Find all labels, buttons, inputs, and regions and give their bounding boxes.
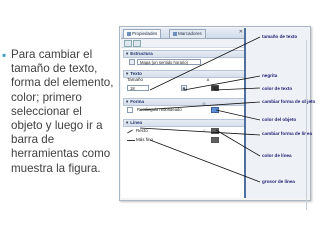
document-area xyxy=(246,28,309,198)
line-width-label: Más fino xyxy=(136,137,154,142)
shape-select[interactable]: Rectángulo redondeado xyxy=(135,107,193,113)
annotation-text-size: tamaño de texto xyxy=(262,34,298,39)
tab-properties-label: Propiedades xyxy=(132,31,158,36)
shape-icon xyxy=(127,107,133,113)
text-color-icon: A xyxy=(206,77,210,82)
sort-icon[interactable] xyxy=(124,40,132,47)
text-color-swatch[interactable] xyxy=(211,85,219,91)
line-shape-icon xyxy=(127,129,133,134)
section-shape[interactable]: ▾ Forma xyxy=(123,98,245,106)
line-color-swatch[interactable] xyxy=(211,128,219,134)
bullet-text: Para cambiar el tamaño de texto, forma d… xyxy=(11,48,114,175)
tab-properties[interactable]: Propiedades xyxy=(123,29,162,38)
section-text-label: Texto xyxy=(130,71,142,76)
bold-button[interactable]: B xyxy=(181,85,187,91)
bookmarks-icon xyxy=(173,31,177,36)
shape-color-swatch[interactable] xyxy=(211,107,219,113)
section-structure[interactable]: ▾ Estructura xyxy=(123,50,245,58)
structure-icon xyxy=(129,59,135,65)
shape-select-value: Rectángulo redondeado xyxy=(137,107,182,112)
tab-bookmarks[interactable]: Marcadores xyxy=(169,29,206,38)
fill-icon: ◇ xyxy=(202,101,206,106)
line-style-icon: ⟋ xyxy=(202,128,206,133)
font-size-input[interactable]: 18 xyxy=(127,85,149,91)
section-shape-label: Forma xyxy=(130,99,145,104)
font-size-value: 18 xyxy=(130,86,135,91)
section-structure-label: Estructura xyxy=(130,51,153,56)
panel-toolbar xyxy=(121,39,245,48)
properties-icon xyxy=(127,31,131,36)
bullet-marker-icon: ▪ xyxy=(2,48,7,62)
panel-tabs: Propiedades Marcadores ✕ xyxy=(121,28,245,39)
screenshot-frame: Propiedades Marcadores ✕ ▾ Estructura Map… xyxy=(119,26,311,201)
bullet-paragraph: ▪ Para cambiar el tamaño de texto, forma… xyxy=(2,48,116,176)
collapse-icon: ▾ xyxy=(126,51,129,56)
section-line[interactable]: ▾ Línea xyxy=(123,119,245,127)
line-width-swatch[interactable] xyxy=(211,137,219,143)
tab-bookmarks-label: Marcadores xyxy=(178,31,202,36)
structure-select-value: Mapa (un sentido horario) xyxy=(140,60,188,65)
properties-panel: Propiedades Marcadores ✕ ▾ Estructura Map… xyxy=(121,28,246,198)
section-line-label: Línea xyxy=(130,120,143,125)
line-width-icon xyxy=(127,140,135,141)
slide-right-edge xyxy=(306,40,311,210)
size-label: Tamaño xyxy=(127,77,144,82)
structure-select[interactable]: Mapa (un sentido horario) xyxy=(137,59,201,65)
collapse-icon: ▾ xyxy=(126,99,129,104)
collapse-icon: ▾ xyxy=(126,120,129,125)
line-shape-label: Recto xyxy=(136,128,148,133)
filter-icon[interactable] xyxy=(133,40,141,47)
close-icon[interactable]: ✕ xyxy=(239,29,243,35)
